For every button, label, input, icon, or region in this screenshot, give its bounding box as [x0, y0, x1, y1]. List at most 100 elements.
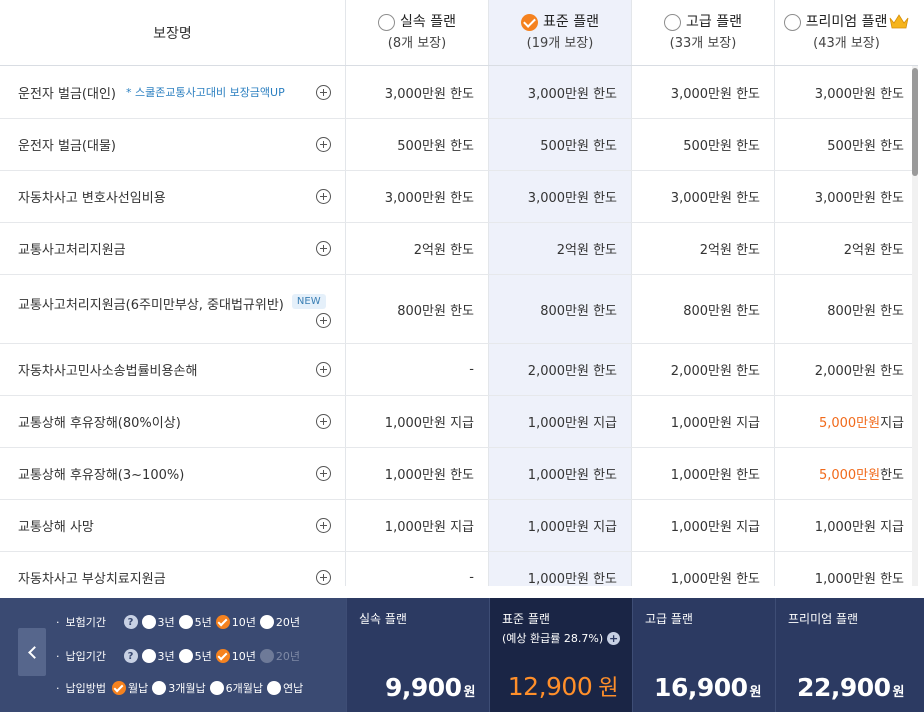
- coverage-value: 1,000만원 한도: [814, 572, 904, 586]
- coverage-value: 3,000만원 한도: [346, 66, 489, 118]
- coverage-name: 교통사고처리지원금: [18, 243, 126, 258]
- coverage-name: 운전자 벌금(대물): [18, 139, 116, 154]
- plan-option-standard[interactable]: 표준 플랜 (19개 보장): [489, 0, 632, 65]
- coverage-value: 800만원 한도: [489, 275, 632, 343]
- plan-option-basic[interactable]: 실속 플랜 (8개 보장): [346, 0, 489, 65]
- option-label: 납입방법: [65, 682, 106, 695]
- plan-coverage-count: (8개 보장): [387, 35, 447, 51]
- check-icon[interactable]: [215, 649, 230, 663]
- expand-plus-icon[interactable]: [316, 137, 331, 152]
- radio-icon[interactable]: [152, 681, 167, 695]
- option-value[interactable]: 5년: [195, 614, 212, 630]
- check-icon[interactable]: [521, 13, 538, 31]
- option-value-selected[interactable]: 월납: [128, 680, 148, 696]
- expand-plus-icon[interactable]: [316, 313, 331, 328]
- option-value[interactable]: 3년: [158, 614, 175, 630]
- option-value-selected[interactable]: 10년: [232, 648, 256, 664]
- coverage-value: 1,000만원 지급: [489, 396, 632, 447]
- check-icon[interactable]: [215, 615, 230, 629]
- option-value[interactable]: 5년: [195, 648, 212, 664]
- monthly-price: 22,900 원: [797, 673, 904, 702]
- price-unit: 원: [463, 685, 476, 700]
- radio-icon[interactable]: [259, 615, 274, 629]
- coverage-value: 1,000만원 한도: [346, 448, 489, 499]
- bullet: ·: [56, 649, 60, 663]
- new-badge: NEW: [291, 294, 326, 309]
- radio-icon[interactable]: [664, 13, 681, 31]
- radio-icon[interactable]: [141, 615, 156, 629]
- price-plan-title: 실속 플랜: [359, 612, 407, 626]
- table-row: 자동차사고 변호사선임비용 3,000만원 한도 3,000만원 한도 3,00…: [0, 171, 918, 223]
- radio-icon[interactable]: [141, 649, 156, 663]
- plan-name: 실속 플랜: [400, 13, 456, 30]
- expand-plus-icon[interactable]: [316, 241, 331, 256]
- plan-name: 고급 플랜: [686, 13, 742, 30]
- coverage-value: 800만원 한도: [632, 275, 775, 343]
- coverage-name: 자동차사고민사소송법률비용손해: [18, 364, 198, 379]
- price-box-premium[interactable]: 프리미엄 플랜 22,900 원: [775, 598, 918, 712]
- coverage-value: 3,000만원 한도: [814, 86, 904, 102]
- coverage-value: 3,000만원 한도: [814, 191, 904, 206]
- expand-plus-icon[interactable]: [316, 189, 331, 204]
- expand-plus-icon[interactable]: [316, 466, 331, 481]
- coverage-value: 1,000만원 지급: [346, 396, 489, 447]
- coverage-value: 3,000만원 한도: [489, 66, 632, 118]
- plan-option-advanced[interactable]: 고급 플랜 (33개 보장): [632, 0, 775, 65]
- price-summary-bar: · 보험기간 ? 3년 5년 10년 20년 · 납입기간 ? 3년 5년 10…: [0, 598, 924, 712]
- coverage-value: 500만원 한도: [346, 119, 489, 170]
- coverage-value: 800만원 한도: [346, 275, 489, 343]
- price-box-basic[interactable]: 실속 플랜 9,900 원: [346, 598, 489, 712]
- option-label: 보험기간: [65, 616, 106, 629]
- bullet: ·: [56, 615, 60, 629]
- option-value-selected[interactable]: 10년: [232, 614, 256, 630]
- scrollbar-thumb[interactable]: [912, 68, 918, 176]
- radio-icon[interactable]: [783, 13, 801, 31]
- insurance-period-option: · 보험기간 ? 3년 5년 10년 20년: [56, 614, 304, 630]
- radio-icon[interactable]: [209, 681, 224, 695]
- coverage-value: 1,000만원 지급: [346, 500, 489, 551]
- coverage-value: 1,000만원 지급: [632, 396, 775, 447]
- price-box-standard[interactable]: 표준 플랜 (예상 환급률 28.7%) + 12,900 원: [489, 598, 632, 712]
- option-value[interactable]: 6개월납: [226, 680, 263, 696]
- option-label: 납입기간: [65, 650, 106, 663]
- highlighted-amount: 5,000만원: [818, 468, 881, 483]
- coverage-value: -: [346, 552, 489, 586]
- coverage-value: 1,000만원 한도: [632, 552, 775, 586]
- expand-plus-icon[interactable]: [316, 85, 331, 100]
- check-icon[interactable]: [111, 681, 126, 695]
- expand-plus-icon[interactable]: [316, 414, 331, 429]
- radio-icon[interactable]: [378, 13, 395, 31]
- price-box-advanced[interactable]: 고급 플랜 16,900 원: [632, 598, 775, 712]
- plus-icon[interactable]: +: [607, 631, 621, 645]
- prev-button[interactable]: [18, 628, 46, 676]
- expand-plus-icon[interactable]: [316, 570, 331, 585]
- monthly-price: 16,900 원: [654, 673, 761, 702]
- plan-option-premium[interactable]: 프리미엄 플랜 (43개 보장): [775, 0, 918, 65]
- option-value[interactable]: 20년: [276, 614, 300, 630]
- option-value[interactable]: 3년: [158, 648, 175, 664]
- highlighted-amount: 5,000만원: [818, 416, 881, 431]
- coverage-value-highlighted: 5,000만원 한도: [775, 448, 918, 499]
- price-plan-title: 고급 플랜: [645, 612, 693, 626]
- option-value[interactable]: 3개월납: [168, 680, 205, 696]
- expand-plus-icon[interactable]: [316, 518, 331, 533]
- help-icon[interactable]: ?: [123, 649, 138, 663]
- coverage-name: 운전자 벌금(대인): [18, 86, 116, 102]
- help-icon[interactable]: ?: [123, 615, 138, 629]
- payment-method-option: · 납입방법 월납 3개월납 6개월납 연납: [56, 680, 307, 696]
- chevron-left-icon: [27, 645, 41, 659]
- coverage-name: 교통상해 후유장해(80%이상): [18, 416, 181, 431]
- coverage-value: 1,000만원 한도: [489, 552, 632, 586]
- coverage-value: 2,000만원 한도: [814, 364, 904, 379]
- radio-icon[interactable]: [178, 649, 193, 663]
- expand-plus-icon[interactable]: [316, 362, 331, 377]
- option-value[interactable]: 연납: [283, 680, 303, 696]
- coverage-value-highlighted: 5,000만원 지급: [775, 396, 918, 447]
- radio-icon[interactable]: [266, 681, 281, 695]
- coverage-value: 1,000만원 한도: [489, 448, 632, 499]
- price-amount: 9,900: [384, 673, 462, 702]
- radio-icon[interactable]: [178, 615, 193, 629]
- coverage-value: 1,000만원 지급: [814, 520, 904, 535]
- amount-suffix: 지급: [880, 416, 904, 431]
- coverage-value: 3,000만원 한도: [632, 66, 775, 118]
